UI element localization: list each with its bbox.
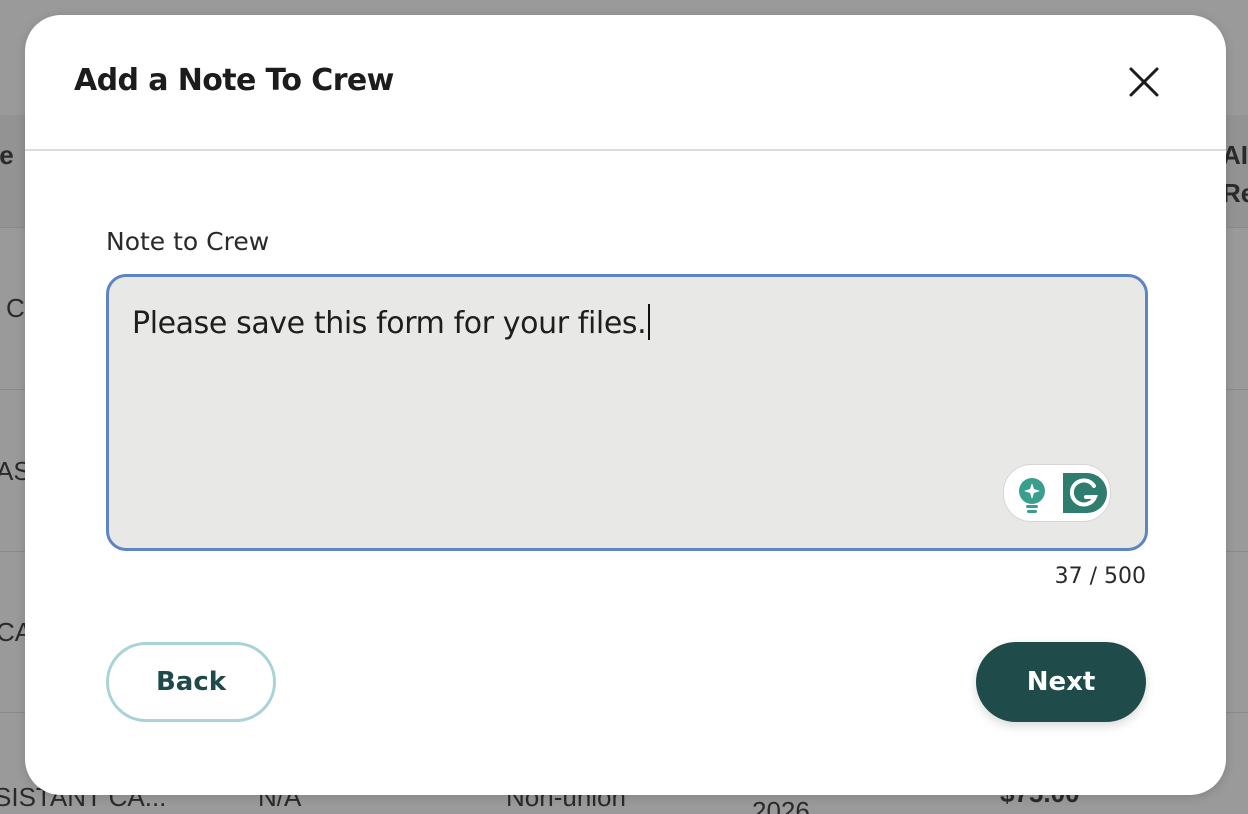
background-header-fragment: le: [0, 140, 14, 170]
text-caret: [648, 304, 651, 340]
modal-header: Add a Note To Crew: [25, 15, 1226, 151]
character-counter: 37 / 500: [1054, 564, 1146, 589]
grammarly-g-icon[interactable]: [1059, 469, 1107, 517]
back-button-label: Back: [155, 667, 227, 697]
modal-title: Add a Note To Crew: [74, 63, 394, 98]
note-field-label: Note to Crew: [106, 227, 270, 256]
lightbulb-sparkle-icon[interactable]: [1014, 475, 1050, 515]
grammarly-widget[interactable]: [1003, 464, 1111, 522]
back-button[interactable]: Back: [106, 642, 276, 722]
note-textarea-value[interactable]: Please save this form for your files.: [132, 304, 651, 341]
background-row-fragment: C: [6, 293, 25, 323]
note-text: Please save this form for your files.: [132, 306, 647, 341]
background-row-fragment: 2026: [752, 796, 810, 814]
note-textarea[interactable]: Please save this form for your files.: [106, 274, 1148, 551]
next-button-label: Next: [1026, 667, 1096, 697]
close-button[interactable]: [1121, 59, 1167, 105]
add-note-modal: Add a Note To Crew Note to Crew Please s…: [25, 15, 1226, 795]
close-icon: [1129, 67, 1159, 97]
next-button[interactable]: Next: [976, 642, 1146, 722]
